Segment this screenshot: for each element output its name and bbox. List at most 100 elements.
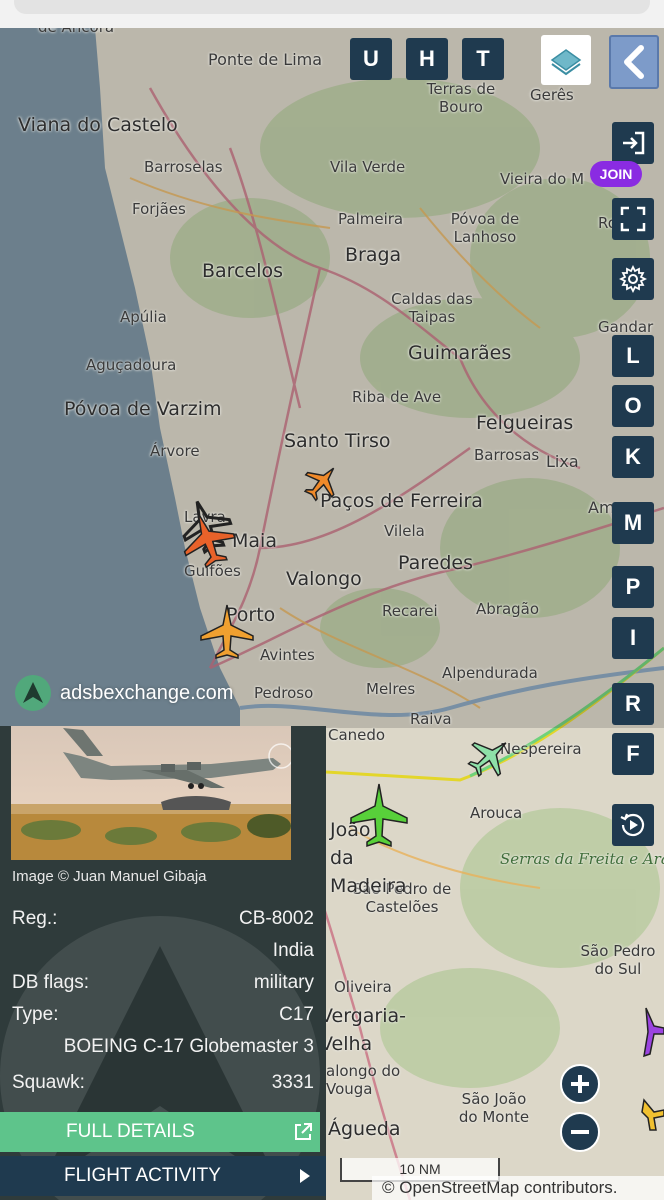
- squawk-label: Squawk:: [12, 1072, 85, 1093]
- site-watermark: adsbexchange.com: [14, 674, 233, 712]
- place-label: de Ancora: [38, 28, 114, 36]
- aircraft-orange-icon[interactable]: [196, 602, 258, 664]
- place-label: Lixa: [546, 452, 579, 471]
- place-label: Barrosas: [474, 446, 540, 464]
- place-label: Terras de Bouro: [426, 80, 496, 116]
- place-label: Oliveira: [334, 978, 392, 996]
- full-details-label: FULL DETAILS: [66, 1121, 195, 1142]
- place-label: São Pedro do Sul: [580, 942, 656, 978]
- adsbexchange-logo-icon: [15, 675, 51, 711]
- aircraft-photo-image: [11, 726, 291, 860]
- toggle-l-button[interactable]: L: [612, 335, 654, 377]
- fullscreen-icon: [620, 206, 646, 232]
- flight-activity-label: FLIGHT ACTIVITY: [64, 1165, 221, 1186]
- place-label: Gerês: [530, 86, 574, 104]
- full-details-button[interactable]: FULL DETAILS: [0, 1112, 320, 1152]
- place-label: Vergaria-Velha: [320, 1005, 406, 1055]
- url-bar[interactable]: [14, 0, 650, 14]
- login-button[interactable]: [612, 122, 654, 164]
- place-label: Barcelos: [202, 260, 284, 282]
- place-label: Recarei: [382, 602, 438, 620]
- place-label: Vieira do M: [500, 170, 585, 188]
- place-label: Aguçadoura: [86, 356, 177, 374]
- replay-icon: [620, 813, 645, 837]
- place-label: Riba de Ave: [352, 388, 442, 406]
- aircraft-yellow-icon[interactable]: [640, 1094, 664, 1134]
- place-label: Gandar: [598, 318, 654, 336]
- fullscreen-button[interactable]: [612, 198, 654, 240]
- place-label: Palmeira: [338, 210, 404, 228]
- place-label: Arouca: [470, 804, 523, 822]
- collapse-sidebar-button[interactable]: [609, 35, 659, 89]
- watermark-text: adsbexchange.com: [60, 681, 234, 704]
- db-flags-value: military: [253, 972, 314, 993]
- aircraft-photo[interactable]: [11, 726, 291, 860]
- toggle-o-button[interactable]: O: [612, 385, 654, 427]
- flight-activity-button[interactable]: FLIGHT ACTIVITY: [0, 1156, 326, 1196]
- model-value: BOEING C-17 Globemaster 3: [63, 1036, 314, 1057]
- toggle-h-button[interactable]: H: [406, 38, 448, 80]
- replay-button[interactable]: [612, 804, 654, 846]
- place-label: Póvoa de Lanhoso: [450, 210, 520, 246]
- aircraft-green-icon[interactable]: [348, 780, 410, 852]
- place-label: Viana do Castelo: [18, 114, 178, 136]
- aircraft-selected-icon[interactable]: [176, 508, 240, 572]
- place-label: São João do Monte: [458, 1090, 530, 1126]
- place-label: Caldas das Taipas: [391, 290, 473, 326]
- minus-icon: [571, 1130, 589, 1134]
- browser-top-strip: [0, 0, 664, 28]
- place-label: Santo Tirso: [284, 430, 391, 452]
- place-label: Apúlia: [120, 308, 167, 326]
- toggle-u-button[interactable]: U: [350, 38, 392, 80]
- settings-button[interactable]: [612, 258, 654, 300]
- aircraft-orange-small-icon[interactable]: [300, 460, 344, 504]
- gear-icon: [619, 265, 647, 293]
- toggle-i-button[interactable]: I: [612, 617, 654, 659]
- aircraft-green-light-icon[interactable]: [464, 732, 514, 782]
- toggle-t-button[interactable]: T: [462, 38, 504, 80]
- type-label: Type:: [12, 1004, 59, 1025]
- external-link-icon: [295, 1123, 312, 1140]
- place-label: Vila Verde: [330, 158, 406, 176]
- place-label: Pedroso: [254, 684, 314, 702]
- toggle-p-button[interactable]: P: [612, 566, 654, 608]
- aircraft-purple-icon[interactable]: [640, 1002, 664, 1062]
- plus-icon: [571, 1075, 589, 1093]
- play-triangle-icon: [300, 1169, 310, 1183]
- place-label: Paredes: [398, 552, 473, 574]
- place-label: Canedo: [328, 726, 386, 744]
- place-label: Guimarães: [408, 342, 512, 364]
- map-attribution[interactable]: © OpenStreetMap contributors.: [372, 1176, 664, 1200]
- place-label: Vilela: [384, 522, 425, 540]
- place-label: Valongo: [286, 568, 362, 590]
- zoom-out-button[interactable]: [560, 1112, 600, 1152]
- place-label: Árvore: [150, 442, 200, 460]
- type-value: C17: [279, 1004, 314, 1025]
- place-label: Alpendurada: [442, 664, 538, 682]
- country-value: India: [272, 940, 314, 961]
- place-label: Águeda: [328, 1118, 401, 1140]
- chevron-left-icon: [624, 45, 644, 79]
- layers-button[interactable]: [541, 35, 591, 85]
- reg-value: CB-8002: [239, 908, 314, 929]
- place-label: Felgueiras: [476, 412, 574, 434]
- place-label: Póvoa de Varzim: [64, 398, 222, 420]
- db-flags-label: DB flags:: [12, 972, 90, 993]
- photo-credit: Image © Juan Manuel Gibaja: [12, 868, 207, 885]
- reg-label: Reg.:: [12, 908, 58, 929]
- place-label: alongo do Vouga: [326, 1062, 401, 1098]
- place-label: Ponte de Lima: [208, 50, 323, 69]
- layers-icon: [550, 49, 582, 76]
- toggle-r-button[interactable]: R: [612, 683, 654, 725]
- place-label: Raiva: [410, 710, 452, 728]
- place-label: Serras da Freita e Arada: [500, 850, 664, 868]
- join-badge[interactable]: JOIN: [590, 161, 642, 187]
- place-label: Barroselas: [144, 158, 223, 176]
- squawk-value: 3331: [271, 1072, 314, 1093]
- toggle-m-button[interactable]: M: [612, 502, 654, 544]
- login-icon: [623, 131, 645, 155]
- zoom-in-button[interactable]: [560, 1064, 600, 1104]
- place-label: Melres: [366, 680, 416, 698]
- toggle-f-button[interactable]: F: [612, 733, 654, 775]
- toggle-k-button[interactable]: K: [612, 436, 654, 478]
